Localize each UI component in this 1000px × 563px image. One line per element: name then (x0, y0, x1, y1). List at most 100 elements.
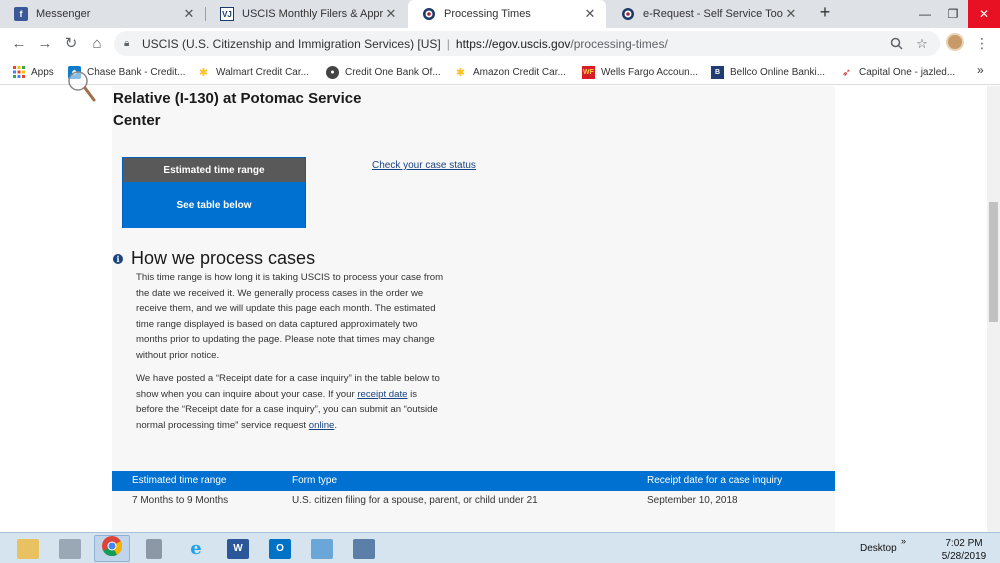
internet-explorer-icon: e (190, 538, 202, 559)
inquiry-paragraph: We have posted a “Receipt date for a cas… (136, 371, 446, 433)
close-icon[interactable]: ✕ (383, 6, 399, 22)
taskbar-search-tool[interactable] (346, 535, 382, 562)
file-explorer-icon (17, 538, 39, 559)
taskbar-word[interactable]: W (220, 535, 256, 562)
tab-label: e-Request - Self Service Tools (643, 8, 783, 20)
home-icon[interactable]: ⌂ (86, 32, 108, 54)
check-case-status-link[interactable]: Check your case status (372, 160, 476, 171)
bookmark-bellco[interactable]: B Bellco Online Banki... (711, 62, 825, 82)
uscis-seal-icon (422, 7, 436, 21)
bookmark-wells-fargo[interactable]: WF Wells Fargo Accoun... (582, 62, 698, 82)
address-bar[interactable]: 🔒︎ USCIS (U.S. Citizenship and Immigrati… (114, 31, 940, 56)
table-cell: U.S. citizen filing for a spouse, parent… (292, 495, 538, 506)
clock-date: 5/28/2019 (941, 551, 987, 562)
url-path: /processing-times/ (570, 36, 668, 51)
site-identity: USCIS (U.S. Citizenship and Immigration … (142, 36, 441, 51)
range-box-header: Estimated time range (123, 158, 305, 182)
reload-icon[interactable]: ↻ (60, 32, 82, 54)
url-host: https://egov.uscis.gov (455, 36, 571, 51)
tab-messenger[interactable]: f Messenger ✕ (0, 0, 205, 28)
calculator-icon (146, 538, 162, 559)
desktop-expand-icon[interactable]: » (901, 536, 906, 546)
bookmark-apps[interactable]: Apps (12, 62, 54, 82)
taskbar-internet-explorer[interactable]: e (178, 535, 214, 562)
vertical-scrollbar[interactable] (987, 86, 1000, 532)
credit-one-icon: ● (326, 65, 339, 79)
bookmark-label: Bellco Online Banki... (730, 66, 826, 78)
tab-processing-times[interactable]: Processing Times ✕ (408, 0, 606, 28)
restore-icon[interactable]: ❐ (938, 0, 968, 28)
apps-grid-icon (12, 66, 25, 79)
amazon-icon: ✱ (455, 66, 466, 79)
column-header: Estimated time range (132, 475, 227, 486)
profile-avatar[interactable] (946, 33, 964, 51)
taskbar-scanner[interactable] (52, 535, 88, 562)
desktop-toolbar-label[interactable]: Desktop (860, 543, 897, 554)
bookmark-walmart[interactable]: ✱ Walmart Credit Car... (197, 62, 309, 82)
taskbar: e W O Desktop » 7:02 PM 5/28/2019 (0, 532, 1000, 563)
system-clock[interactable]: 7:02 PM 5/28/2019 (935, 537, 993, 563)
capital-one-icon: ➶ (841, 66, 852, 79)
facebook-icon: f (14, 7, 28, 21)
tab-uscis-monthly[interactable]: VJ USCIS Monthly Filers & Approvals ✕ (206, 0, 407, 28)
taskbar-network-folder[interactable] (304, 535, 340, 562)
column-header: Form type (292, 475, 338, 486)
window-close-icon[interactable]: ✕ (968, 0, 1000, 28)
bookmark-star-icon[interactable]: ☆ (912, 31, 932, 56)
taskbar-chrome[interactable] (94, 535, 130, 562)
magnifier-cursor-icon (68, 71, 96, 102)
browser-toolbar: ← → ↻ ⌂ 🔒︎ USCIS (U.S. Citizenship and I… (0, 28, 1000, 59)
word-icon: W (227, 538, 249, 559)
bookmark-label: Amazon Credit Car... (473, 66, 566, 78)
taskbar-file-explorer[interactable] (10, 535, 46, 562)
vj-icon: VJ (220, 7, 234, 21)
taskbar-outlook[interactable]: O (262, 535, 298, 562)
estimated-time-range-box: Estimated time range See table below (122, 157, 306, 228)
new-tab-button[interactable]: + (815, 2, 835, 23)
online-link[interactable]: online (309, 420, 335, 431)
back-arrow-icon[interactable]: ← (8, 32, 30, 54)
lock-icon: 🔒︎ (124, 38, 130, 49)
menu-dots-icon[interactable]: ⋮ (975, 34, 989, 52)
scrollbar-thumb[interactable] (989, 202, 998, 322)
search-tool-icon (353, 538, 375, 559)
receipt-date-link[interactable]: receipt date (357, 389, 407, 400)
bellco-icon: B (711, 65, 724, 79)
uscis-seal-icon (621, 7, 635, 21)
text: . (334, 419, 338, 431)
url-text: https://egov.uscis.gov/processing-times/ (456, 37, 668, 51)
minimize-icon[interactable]: — (910, 0, 940, 28)
bookmark-capital-one[interactable]: ➶ Capital One - jazled... (840, 62, 955, 82)
wells-fargo-icon: WF (582, 65, 595, 79)
bookmark-label: Capital One - jazled... (859, 66, 956, 78)
bookmark-label: Walmart Credit Car... (216, 66, 309, 78)
bookmark-amazon[interactable]: ✱ Amazon Credit Car... (454, 62, 566, 82)
walmart-icon: ✱ (198, 66, 209, 79)
close-icon[interactable]: ✕ (181, 6, 197, 22)
tab-label: USCIS Monthly Filers & Approvals (242, 8, 383, 20)
bookmark-credit-one[interactable]: ● Credit One Bank Of... (326, 62, 441, 82)
bookmark-label: Chase Bank - Credit... (87, 66, 186, 78)
table-row: 7 Months to 9 Months U.S. citizen filing… (112, 491, 835, 509)
process-paragraph: This time range is how long it is taking… (136, 272, 444, 361)
range-box-body: See table below (123, 182, 305, 228)
close-icon[interactable]: ✕ (783, 6, 799, 22)
address-divider: | (446, 36, 450, 51)
forward-arrow-icon[interactable]: → (34, 32, 56, 54)
table-cell: 7 Months to 9 Months (132, 495, 229, 506)
bookmark-label: Wells Fargo Accoun... (601, 66, 699, 78)
table-header: Estimated time range Form type Receipt d… (112, 471, 835, 491)
screen: f Messenger ✕ VJ USCIS Monthly Filers & … (0, 0, 1000, 563)
section-heading: How we process cases (131, 248, 316, 268)
tab-label: Messenger (36, 8, 91, 20)
close-icon[interactable]: ✕ (582, 6, 598, 22)
taskbar-calculator[interactable] (136, 535, 172, 562)
zoom-icon[interactable] (886, 31, 906, 56)
bookmarks-bar: Apps ◆ Chase Bank - Credit... ✱ Walmart … (0, 59, 1000, 85)
info-icon: i (113, 254, 123, 264)
column-header: Receipt date for a case inquiry (647, 475, 783, 486)
bookmarks-more-icon[interactable]: » (977, 63, 984, 77)
tab-e-request[interactable]: e-Request - Self Service Tools ✕ (607, 0, 807, 28)
bookmark-label: Credit One Bank Of... (345, 66, 441, 78)
network-folder-icon (311, 538, 333, 559)
